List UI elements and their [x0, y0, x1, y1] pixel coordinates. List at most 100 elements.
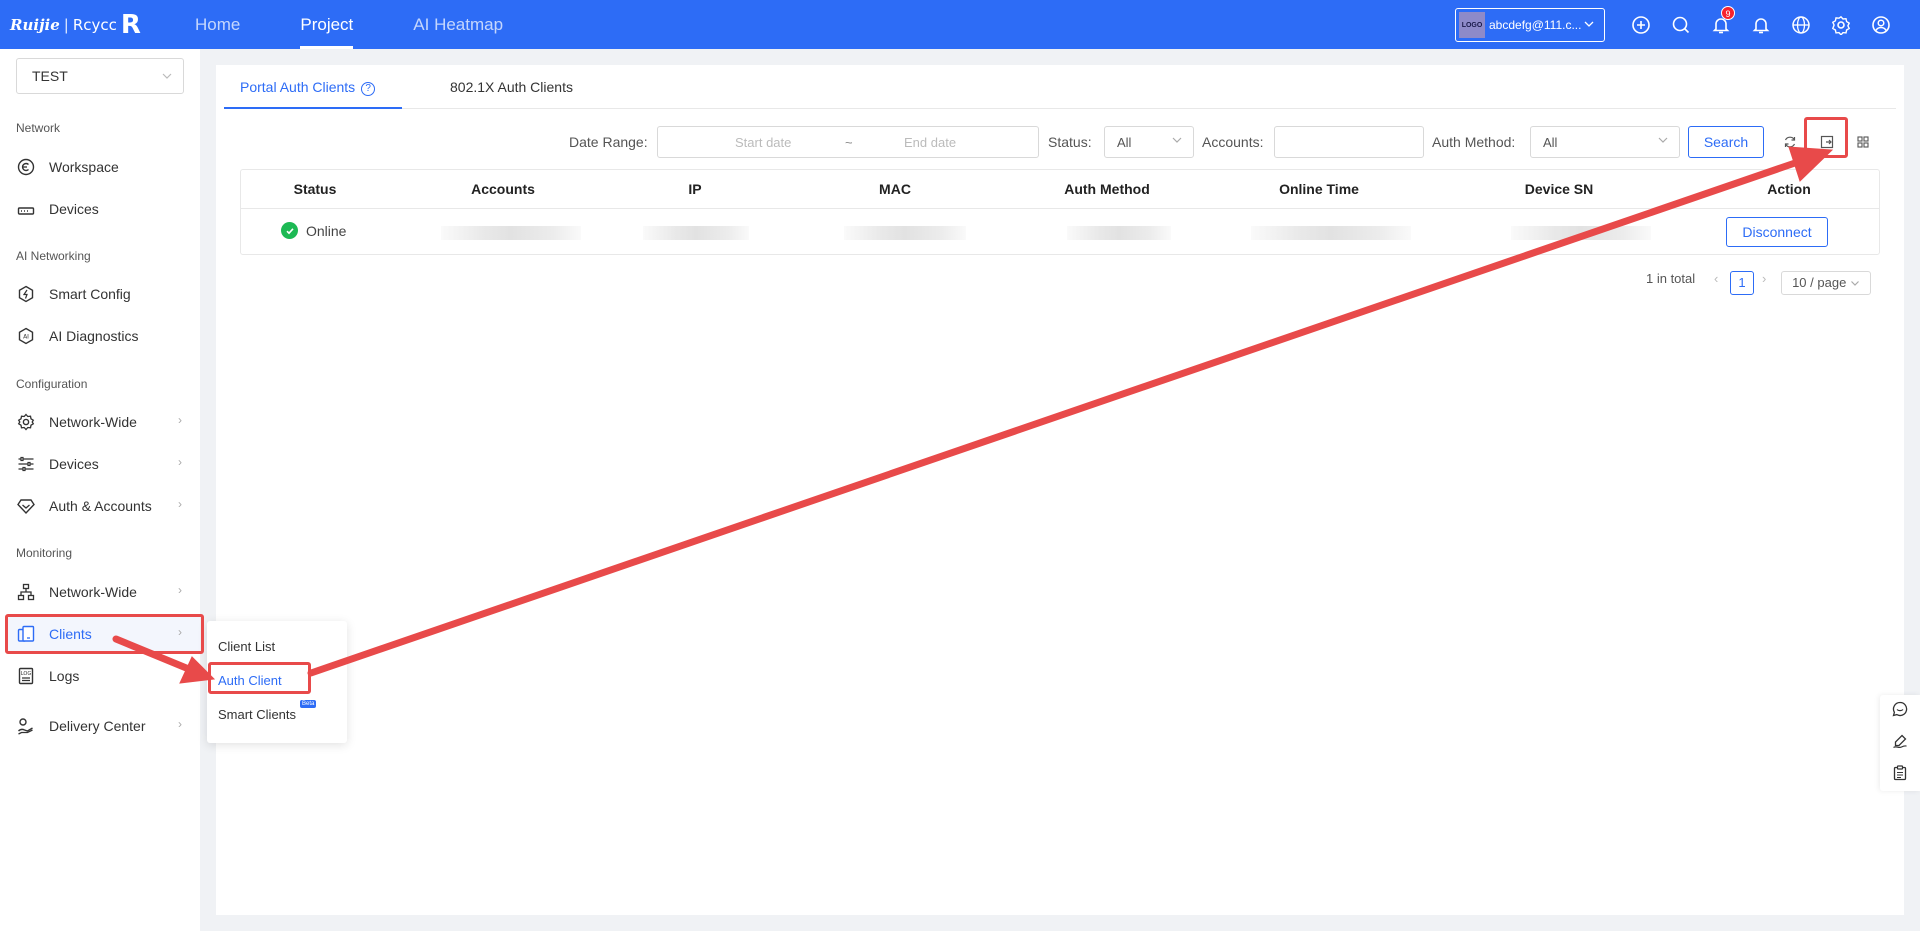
sidebar-item-cfg-network-wide[interactable]: Network-Wide ›	[6, 403, 200, 441]
project-name: TEST	[32, 68, 68, 84]
sidebar-item-label: Logs	[49, 668, 80, 684]
column-accounts[interactable]: Accounts	[471, 181, 535, 197]
prev-page-icon[interactable]: ‹	[1714, 271, 1718, 286]
sidebar-item-label: Smart Config	[49, 286, 131, 302]
feedback-pen-icon[interactable]	[1890, 731, 1910, 751]
export-icon[interactable]	[1817, 132, 1837, 152]
sidebar-item-delivery-center[interactable]: Delivery Center ›	[6, 707, 200, 745]
next-page-icon[interactable]: ›	[1762, 271, 1766, 286]
sidebar-item-label: Workspace	[49, 159, 119, 175]
ai-hexagon-icon: AI	[16, 326, 36, 346]
help-circle-icon[interactable]: ?	[361, 82, 376, 96]
top-bar: Ruijie | Rcycc R Home Project AI Heatmap…	[0, 0, 1920, 49]
start-date-input[interactable]: Start date	[735, 135, 791, 150]
sidebar-item-mon-network-wide[interactable]: Network-Wide ›	[6, 573, 200, 611]
section-ai-networking: AI Networking	[16, 249, 91, 263]
disconnect-button[interactable]: Disconnect	[1726, 217, 1828, 247]
sidebar-item-cfg-devices[interactable]: Devices ›	[6, 445, 200, 483]
end-date-input[interactable]: End date	[904, 135, 956, 150]
chat-bubble-icon[interactable]	[1890, 699, 1910, 719]
section-monitoring: Monitoring	[16, 546, 73, 560]
date-range-picker[interactable]: Start date ~ End date	[657, 126, 1039, 158]
tab-portal-auth-clients[interactable]: Portal Auth Clients?	[240, 79, 376, 96]
plus-circle-icon[interactable]	[1628, 12, 1654, 38]
submenu-smart-clients[interactable]: Smart Clients	[218, 707, 296, 722]
date-range-separator: ~	[845, 135, 853, 150]
notification-badge: 9	[1721, 6, 1735, 20]
log-document-icon: LOG	[16, 666, 36, 686]
sidebar-item-ai-diagnostics[interactable]: AI AI Diagnostics	[6, 317, 200, 355]
sidebar-item-auth-accounts[interactable]: Auth & Accounts ›	[6, 487, 200, 525]
user-circle-icon[interactable]	[1868, 12, 1894, 38]
redacted-account	[441, 226, 581, 240]
gear-icon[interactable]	[1828, 12, 1854, 38]
bell-outline-icon[interactable]	[1748, 12, 1774, 38]
sidebar-item-label: Clients	[49, 626, 92, 642]
topology-icon	[16, 582, 36, 602]
column-mac[interactable]: MAC	[879, 181, 911, 197]
date-range-label: Date Range:	[569, 134, 648, 150]
chevron-right-icon: ›	[178, 413, 182, 427]
globe-icon[interactable]	[1788, 12, 1814, 38]
column-settings-icon[interactable]	[1853, 132, 1873, 152]
chevron-right-icon: ›	[178, 625, 182, 639]
workspace-icon	[16, 157, 36, 177]
sidebar-item-devices[interactable]: Devices	[6, 190, 200, 228]
chevron-right-icon: ›	[178, 497, 182, 511]
tab-8021x-auth-clients[interactable]: 802.1X Auth Clients	[450, 79, 573, 95]
ruijie-rcycc-logo[interactable]: Ruijie | Rcycc R	[10, 12, 141, 38]
table-header: Status Accounts IP MAC Auth Method Onlin…	[241, 170, 1879, 209]
search-button[interactable]: Search	[1688, 126, 1764, 158]
sidebar-item-label: AI Diagnostics	[49, 328, 139, 344]
column-device-sn[interactable]: Device SN	[1525, 181, 1593, 197]
chevron-down-icon	[1171, 134, 1183, 149]
account-logo: LOGO	[1459, 12, 1485, 38]
sidebar-item-label: Auth & Accounts	[49, 498, 152, 514]
account-selector[interactable]: LOGO abcdefg@111.c...	[1455, 8, 1605, 42]
column-status[interactable]: Status	[294, 181, 337, 197]
chevron-down-icon	[1657, 134, 1669, 149]
sidebar-item-smart-config[interactable]: Smart Config	[6, 275, 200, 313]
nav-ai-heatmap[interactable]: AI Heatmap	[413, 0, 503, 49]
floating-toolbar	[1880, 695, 1920, 791]
clients-icon	[16, 624, 36, 644]
sidebar-item-clients[interactable]: Clients ›	[6, 615, 200, 653]
nav-home[interactable]: Home	[195, 0, 240, 49]
sidebar-item-logs[interactable]: LOG Logs	[6, 657, 200, 695]
chevron-down-icon	[1584, 18, 1594, 32]
delivery-hand-icon	[16, 716, 36, 736]
top-icons: 9	[1628, 6, 1908, 38]
chevron-down-icon	[161, 59, 173, 93]
refresh-icon[interactable]	[1780, 132, 1800, 152]
sidebar-item-workspace[interactable]: Workspace	[6, 148, 200, 186]
project-select[interactable]: TEST	[16, 58, 184, 94]
svg-text:AI: AI	[23, 334, 29, 341]
nav-project[interactable]: Project	[300, 0, 353, 49]
hexagon-bolt-icon	[16, 284, 36, 304]
column-auth-method[interactable]: Auth Method	[1064, 181, 1150, 197]
main-nav: Home Project AI Heatmap	[195, 0, 563, 49]
logo-brand: Ruijie	[10, 16, 60, 34]
auth-clients-table: Status Accounts IP MAC Auth Method Onlin…	[240, 169, 1880, 255]
page-size-value: 10 / page	[1792, 275, 1847, 290]
bell-icon[interactable]: 9	[1708, 6, 1735, 38]
column-ip[interactable]: IP	[688, 181, 701, 197]
page-size-select[interactable]: 10 / page	[1781, 271, 1871, 295]
page-1[interactable]: 1	[1730, 271, 1754, 295]
clipboard-icon[interactable]	[1890, 763, 1910, 783]
submenu-auth-client[interactable]: Auth Client	[218, 673, 282, 688]
sidebar-item-label: Network-Wide	[49, 414, 137, 430]
submenu-client-list[interactable]: Client List	[218, 639, 275, 654]
redacted-mac	[844, 226, 966, 240]
accounts-input[interactable]	[1274, 126, 1424, 158]
chevron-down-icon	[1850, 275, 1860, 290]
column-action[interactable]: Action	[1767, 181, 1811, 197]
sidebar-item-label: Devices	[49, 456, 99, 472]
section-configuration: Configuration	[16, 377, 88, 391]
status-online: Online	[281, 222, 346, 239]
status-select[interactable]: All	[1104, 126, 1194, 158]
search-icon[interactable]	[1668, 12, 1694, 38]
clients-submenu: Client List Auth Client Smart Clients Be…	[207, 621, 347, 743]
column-online-time[interactable]: Online Time	[1279, 181, 1359, 197]
auth-method-select[interactable]: All	[1530, 126, 1680, 158]
